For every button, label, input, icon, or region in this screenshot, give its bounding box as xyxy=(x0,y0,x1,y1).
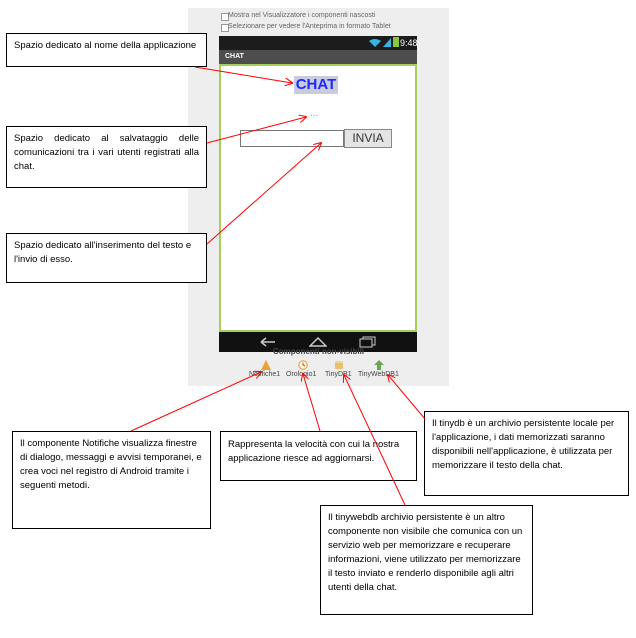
nonvisible-components-title: Componenti non-visibili xyxy=(272,347,365,356)
back-icon[interactable] xyxy=(259,337,277,347)
tablet-preview-label: Selezionare per vedere l'Anteprima in fo… xyxy=(228,23,391,30)
warning-icon[interactable] xyxy=(261,360,271,370)
hidden-components-label: Mostra nel Visualizzatore i componenti n… xyxy=(228,12,376,19)
database-icon[interactable] xyxy=(334,360,344,370)
callout-input: Spazio dedicato all'inserimento del test… xyxy=(6,233,207,283)
component-notifier-label[interactable]: Notifiche1 xyxy=(249,371,280,378)
callout-clock: Rappresenta la velocità con cui la nostr… xyxy=(220,431,417,481)
callout-notifier: Il componente Notifiche visualizza fines… xyxy=(12,431,211,529)
callout-tinydb: Il tinydb è un archivio persistente loca… xyxy=(424,411,629,496)
clock-icon[interactable] xyxy=(298,360,308,370)
callout-app-name: Spazio dedicato al nome della applicazio… xyxy=(6,33,207,67)
messages-list: ... xyxy=(310,108,319,119)
designer-viewer: Mostra nel Visualizzatore i componenti n… xyxy=(188,8,449,386)
callout-tinywebdb: Il tinywebdb archivio persistente è un a… xyxy=(320,505,533,615)
status-time: 9:48 xyxy=(400,38,418,48)
signal-icon xyxy=(383,38,391,47)
battery-icon xyxy=(393,37,399,47)
web-database-icon[interactable] xyxy=(374,360,384,370)
component-clock-label[interactable]: Orologio1 xyxy=(286,371,316,378)
component-tinydb-label[interactable]: TinyDB1 xyxy=(325,371,352,378)
wifi-icon xyxy=(369,39,381,47)
phone-screen xyxy=(219,64,417,332)
send-button[interactable]: INVIA xyxy=(344,129,392,148)
screen-title-bar: CHAT xyxy=(219,50,417,64)
message-input[interactable] xyxy=(240,130,344,147)
callout-messages: Spazio dedicato al salvataggio delle com… xyxy=(6,126,207,188)
component-tinywebdb-label[interactable]: TinyWebDB1 xyxy=(358,371,399,378)
phone-status-bar: 9:48 xyxy=(219,36,418,50)
app-title-label: CHAT xyxy=(294,76,338,94)
